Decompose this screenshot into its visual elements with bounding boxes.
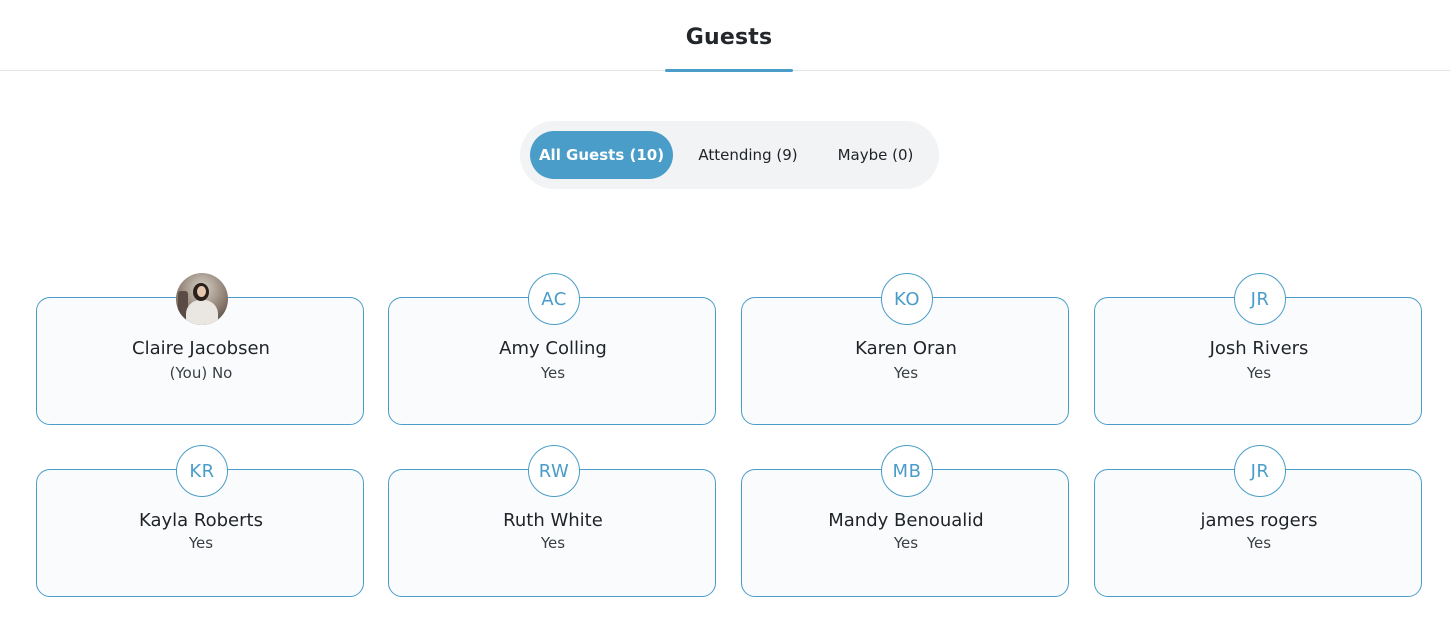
guest-rsvp-status: Yes xyxy=(893,364,919,382)
guest-name: Karen Oran xyxy=(855,338,957,359)
guest-rsvp-status: Yes xyxy=(188,534,214,552)
tab-guests[interactable]: Guests xyxy=(665,0,793,72)
avatar-initials: MB xyxy=(881,445,933,497)
avatar-initials: RW xyxy=(528,445,580,497)
guest-filter-bar: All Guests (10) Attending (9) Maybe (0) xyxy=(520,121,939,189)
guest-name: Mandy Benoualid xyxy=(828,510,984,531)
filter-all-guests[interactable]: All Guests (10) xyxy=(530,131,673,179)
guest-name: Josh Rivers xyxy=(1209,338,1309,359)
guest-name: Amy Colling xyxy=(499,338,607,359)
page-title: Guests xyxy=(685,25,773,50)
avatar-initials: JR xyxy=(1234,445,1286,497)
guest-rsvp-status: (You) No xyxy=(169,364,233,382)
guest-rsvp-status: Yes xyxy=(1246,364,1272,382)
guest-name: Claire Jacobsen xyxy=(132,338,270,359)
guest-name: Ruth White xyxy=(503,510,603,531)
avatar-photo xyxy=(176,273,228,325)
guest-rsvp-status: Yes xyxy=(1246,534,1272,552)
avatar-initials: AC xyxy=(528,273,580,325)
guest-rsvp-status: Yes xyxy=(540,534,566,552)
avatar-initials: JR xyxy=(1234,273,1286,325)
guest-name: Kayla Roberts xyxy=(139,510,263,531)
guest-name: james rogers xyxy=(1200,510,1318,531)
avatar-initials: KR xyxy=(176,445,228,497)
page-header: Guests xyxy=(0,0,1450,72)
filter-attending[interactable]: Attending (9) xyxy=(683,131,813,179)
guest-rsvp-status: Yes xyxy=(893,534,919,552)
avatar-initials: KO xyxy=(881,273,933,325)
filter-maybe[interactable]: Maybe (0) xyxy=(823,131,928,179)
guest-rsvp-status: Yes xyxy=(540,364,566,382)
active-tab-indicator xyxy=(665,69,793,72)
